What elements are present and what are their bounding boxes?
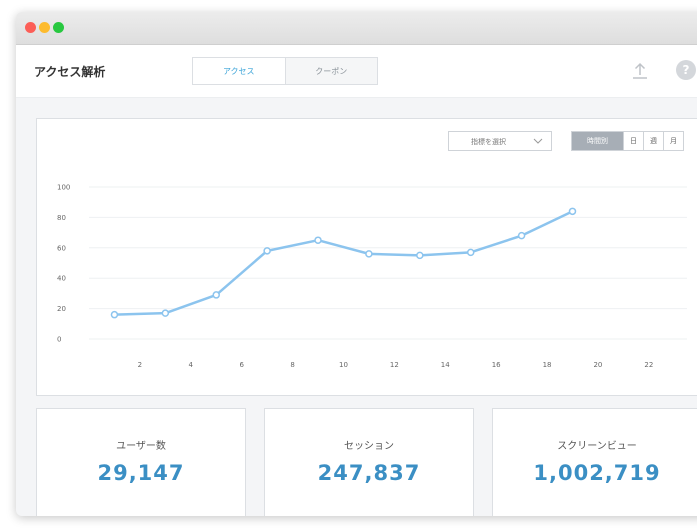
stat-value: 247,837: [317, 461, 421, 485]
x-tick-label: 2: [138, 361, 142, 369]
window-titlebar: [16, 12, 697, 45]
y-tick-label: 0: [57, 336, 61, 344]
x-tick-label: 6: [239, 361, 244, 369]
stat-label: ユーザー数: [116, 441, 166, 452]
data-point: [110, 310, 119, 319]
app-window: アクセス解析 アクセス クーポン ? 指標を選択 時間別 日 週 月 0 20 40…: [16, 12, 697, 516]
upload-icon[interactable]: [630, 61, 650, 81]
y-tick-label: 40: [57, 275, 66, 283]
tab-coupon[interactable]: クーポン: [284, 58, 377, 84]
data-point: [517, 231, 526, 240]
page-title: アクセス解析: [34, 65, 106, 79]
tab-access[interactable]: アクセス: [193, 58, 285, 84]
x-tick-label: 8: [290, 361, 294, 369]
x-tick-label: 22: [644, 361, 653, 369]
data-point: [161, 309, 170, 317]
stat-label: スクリーンビュー: [557, 441, 637, 452]
app-header: アクセス解析 アクセス クーポン ?: [16, 45, 697, 98]
data-point: [416, 251, 424, 260]
x-tick-label: 10: [339, 361, 348, 369]
minimize-window-button[interactable]: [39, 22, 50, 33]
series-line: [114, 210, 574, 316]
x-tick-label: 14: [441, 361, 450, 369]
data-point: [568, 207, 577, 216]
stat-value: 1,002,719: [533, 461, 661, 485]
close-window-button[interactable]: [25, 22, 36, 33]
stat-label: セッション: [344, 441, 394, 452]
x-tick-label: 4: [189, 361, 194, 369]
chart-card: 指標を選択 時間別 日 週 月 0 20 40 60 80 100 2 4 6 8 10 12 14 16…: [36, 118, 697, 396]
data-point: [365, 250, 373, 258]
x-tick-label: 18: [543, 361, 552, 369]
data-point: [212, 291, 220, 299]
y-tick-label: 60: [57, 244, 66, 252]
x-tick-label: 12: [390, 361, 399, 369]
y-tick-label: 20: [57, 305, 66, 313]
x-tick-label: 16: [492, 361, 501, 369]
stat-card-users: ユーザー数 29,147: [36, 408, 246, 516]
maximize-window-button[interactable]: [53, 22, 64, 33]
tab-bar: アクセス クーポン: [192, 57, 378, 85]
y-tick-label: 80: [57, 214, 66, 222]
data-point: [263, 247, 271, 255]
stat-card-screenviews: スクリーンビュー 1,002,719: [492, 408, 697, 516]
help-icon[interactable]: ?: [676, 60, 696, 80]
stat-card-sessions: セッション 247,837: [264, 408, 474, 516]
data-point: [314, 236, 322, 244]
x-tick-label: 20: [593, 361, 602, 369]
line-chart: 0 20 40 60 80 100 2 4 6 8 10 12 14 16 18 20 22: [57, 184, 687, 369]
stat-value: 29,147: [97, 461, 185, 485]
data-point: [466, 248, 475, 257]
y-tick-label: 100: [57, 184, 70, 192]
